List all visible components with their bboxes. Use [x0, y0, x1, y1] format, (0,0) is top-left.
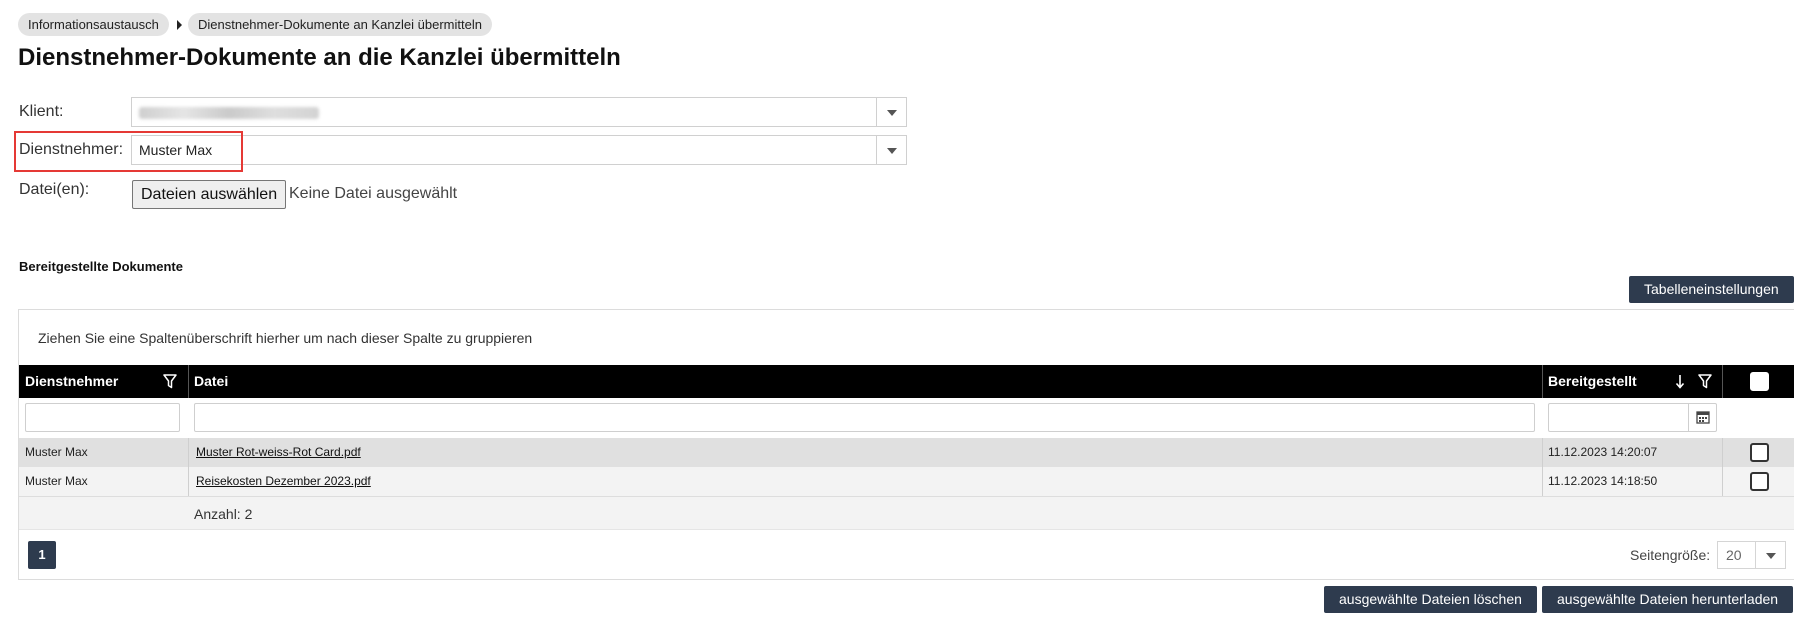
provided-filter-input[interactable]	[1548, 403, 1717, 432]
documents-grid: Ziehen Sie eine Spaltenüberschrift hierh…	[18, 309, 1794, 580]
table-settings-button[interactable]: Tabelleneinstellungen	[1629, 276, 1794, 303]
employee-select[interactable]: Muster Max	[131, 135, 907, 165]
chevron-down-icon	[887, 148, 897, 154]
table-row[interactable]: Muster Max Muster Rot-weiss-Rot Card.pdf…	[19, 438, 1794, 467]
employee-dropdown-button[interactable]	[876, 136, 906, 164]
section-title: Bereitgestellte Dokumente	[19, 259, 183, 274]
delete-selected-button[interactable]: ausgewählte Dateien löschen	[1324, 586, 1537, 613]
grid-filter-row	[19, 398, 1794, 438]
group-by-hint[interactable]: Ziehen Sie eine Spaltenüberschrift hierh…	[38, 330, 532, 346]
column-header-provided-label: Bereitgestellt	[1548, 373, 1637, 389]
file-filter-input[interactable]	[194, 403, 1535, 432]
file-link[interactable]: Reisekosten Dezember 2023.pdf	[196, 474, 371, 488]
row-provided: 11.12.2023 14:18:50	[1548, 474, 1658, 488]
page-size-select[interactable]: 20	[1717, 541, 1786, 569]
client-select[interactable]	[131, 97, 907, 127]
column-header-provided[interactable]: Bereitgestellt	[1542, 365, 1722, 398]
page-size-value: 20	[1726, 547, 1742, 563]
row-select-checkbox[interactable]	[1750, 443, 1769, 462]
client-label: Klient:	[19, 103, 64, 120]
page-size-dropdown-button[interactable]	[1755, 542, 1785, 568]
grid-footer: Anzahl: 2	[19, 496, 1794, 529]
column-separator	[1722, 365, 1723, 398]
grid-header: Dienstnehmer Datei Bereitgestellt	[19, 365, 1794, 398]
employee-filter-input[interactable]	[25, 403, 180, 432]
filter-icon[interactable]	[163, 374, 177, 389]
page-title: Dienstnehmer-Dokumente an die Kanzlei üb…	[18, 44, 621, 71]
breadcrumb-item-current: Dienstnehmer-Dokumente an Kanzlei übermi…	[188, 13, 492, 36]
breadcrumb-item-informationsaustausch[interactable]: Informationsaustausch	[18, 13, 169, 36]
client-value-redacted	[139, 104, 319, 122]
file-link[interactable]: Muster Rot-weiss-Rot Card.pdf	[196, 445, 361, 459]
choose-files-button[interactable]: Dateien auswählen	[132, 180, 287, 209]
no-file-selected-text: Keine Datei ausgewählt	[289, 185, 458, 202]
calendar-icon	[1696, 410, 1710, 424]
row-employee: Muster Max	[25, 445, 88, 459]
column-header-file[interactable]: Datei	[188, 365, 1561, 398]
client-dropdown-button[interactable]	[876, 98, 906, 126]
cell-separator	[188, 467, 189, 496]
page-button-current[interactable]: 1	[28, 541, 56, 569]
column-header-employee-label: Dienstnehmer	[25, 373, 119, 389]
select-all-checkbox[interactable]	[1750, 372, 1769, 391]
row-employee: Muster Max	[25, 474, 88, 488]
pager: 1 Seitengröße: 20	[19, 529, 1794, 580]
column-header-file-label: Datei	[194, 373, 229, 389]
row-provided: 11.12.2023 14:20:07	[1548, 445, 1658, 459]
cell-separator	[1722, 438, 1723, 467]
table-row[interactable]: Muster Max Reisekosten Dezember 2023.pdf…	[19, 467, 1794, 496]
download-selected-button[interactable]: ausgewählte Dateien herunterladen	[1542, 586, 1794, 613]
files-label: Datei(en):	[19, 181, 90, 198]
filter-icon[interactable]	[1698, 374, 1712, 389]
calendar-button[interactable]	[1688, 404, 1716, 431]
chevron-down-icon	[887, 110, 897, 116]
row-count: Anzahl: 2	[194, 506, 253, 522]
sort-descending-icon[interactable]	[1675, 374, 1685, 389]
page-size-label: Seitengröße:	[1630, 547, 1711, 563]
cell-separator	[188, 438, 189, 467]
row-select-checkbox[interactable]	[1750, 472, 1769, 491]
breadcrumb-separator-icon	[177, 20, 182, 30]
cell-separator	[1722, 467, 1723, 496]
employee-highlight-box	[14, 131, 243, 172]
chevron-down-icon	[1766, 553, 1776, 559]
